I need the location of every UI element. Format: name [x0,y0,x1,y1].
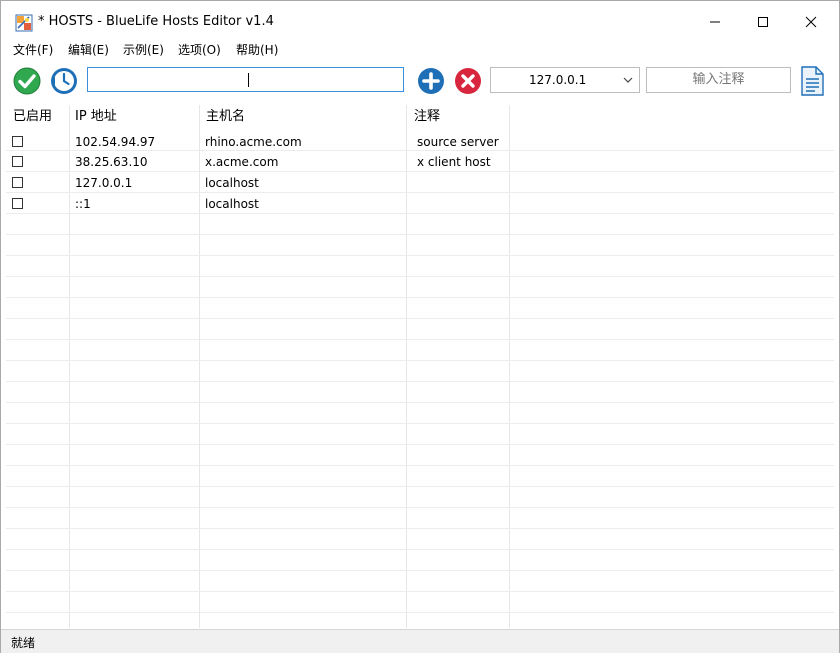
row-gridline [6,339,834,340]
menu-examples[interactable]: 示例(E) [123,41,164,58]
status-text: 就绪 [11,636,36,650]
hostname-input[interactable] [87,67,404,92]
column-header-comment[interactable]: 注释 [414,105,440,129]
row-gridline [6,423,834,424]
row-gridline [6,528,834,529]
row-gridline [6,612,834,613]
row-gridline [6,318,834,319]
row-gridline [6,486,834,487]
table-row[interactable]: 38.25.63.10 x.acme.com x client host [6,152,834,172]
add-plus-icon[interactable] [416,66,446,96]
enabled-checkbox[interactable] [12,177,23,188]
ip-address-select[interactable]: 127.0.0.1 [490,67,640,93]
enabled-checkbox[interactable] [12,156,23,167]
row-gridline [6,297,834,298]
comment-input[interactable]: 输入注释 [646,67,791,93]
row-comment: source server [417,135,499,149]
hosts-list[interactable]: 已启用 IP 地址 主机名 注释 102.54.94.97 rhino.acme… [6,105,834,628]
row-gridline [6,465,834,466]
column-header-hostname[interactable]: 主机名 [206,105,245,129]
row-gridline [6,549,834,550]
table-row[interactable]: ::1 localhost [6,194,834,214]
table-row[interactable]: 127.0.0.1 localhost [6,173,834,193]
column-header-ip[interactable]: IP 地址 [75,105,117,129]
row-gridline [6,213,834,214]
title-bar[interactable]: * HOSTS - BlueLife Hosts Editor v1.4 [1,1,839,43]
table-row[interactable]: 102.54.94.97 rhino.acme.com source serve… [6,132,834,152]
row-hostname: localhost [205,197,259,211]
menu-options[interactable]: 选项(O) [178,41,221,58]
maximize-button[interactable] [739,1,787,43]
row-ip: 38.25.63.10 [75,155,148,169]
document-icon[interactable] [798,66,826,96]
column-header-enabled[interactable]: 已启用 [13,105,52,129]
row-gridline [6,234,834,235]
row-gridline [6,255,834,256]
row-comment: x client host [417,155,491,169]
row-gridline [6,150,834,151]
row-gridline [6,591,834,592]
row-gridline [6,507,834,508]
update-clock-icon[interactable] [49,66,79,96]
app-icon [15,14,33,32]
row-hostname: x.acme.com [205,155,279,169]
delete-x-icon[interactable] [453,66,483,96]
row-gridline [6,276,834,277]
ip-select-value: 127.0.0.1 [529,73,587,87]
status-bar: 就绪 [1,629,839,653]
menu-file[interactable]: 文件(F) [13,41,53,58]
row-gridline [6,444,834,445]
close-button[interactable] [787,1,835,43]
enabled-checkbox[interactable] [12,136,23,147]
text-caret [248,73,249,87]
row-gridline [6,360,834,361]
menu-help[interactable]: 帮助(H) [236,41,278,58]
row-gridline [6,192,834,193]
chevron-down-icon [623,77,633,83]
toolbar: 127.0.0.1 输入注释 [1,61,839,101]
menu-edit[interactable]: 编辑(E) [68,41,109,58]
maximize-icon [758,17,768,27]
row-gridline [6,402,834,403]
row-hostname: localhost [205,176,259,190]
app-window: * HOSTS - BlueLife Hosts Editor v1.4 文件(… [0,0,840,653]
row-ip: ::1 [75,197,91,211]
apply-checkmark-icon[interactable] [12,66,42,96]
minimize-button[interactable] [691,1,739,43]
menu-bar: 文件(F) 编辑(E) 示例(E) 选项(O) 帮助(H) [1,39,839,59]
row-gridline [6,381,834,382]
close-icon [805,16,817,28]
window-title: * HOSTS - BlueLife Hosts Editor v1.4 [38,14,274,29]
list-header: 已启用 IP 地址 主机名 注释 [6,105,834,129]
row-ip: 127.0.0.1 [75,176,133,190]
row-hostname: rhino.acme.com [205,135,302,149]
row-gridline [6,171,834,172]
row-ip: 102.54.94.97 [75,135,156,149]
row-gridline [6,570,834,571]
enabled-checkbox[interactable] [12,198,23,209]
minimize-icon [710,21,720,23]
